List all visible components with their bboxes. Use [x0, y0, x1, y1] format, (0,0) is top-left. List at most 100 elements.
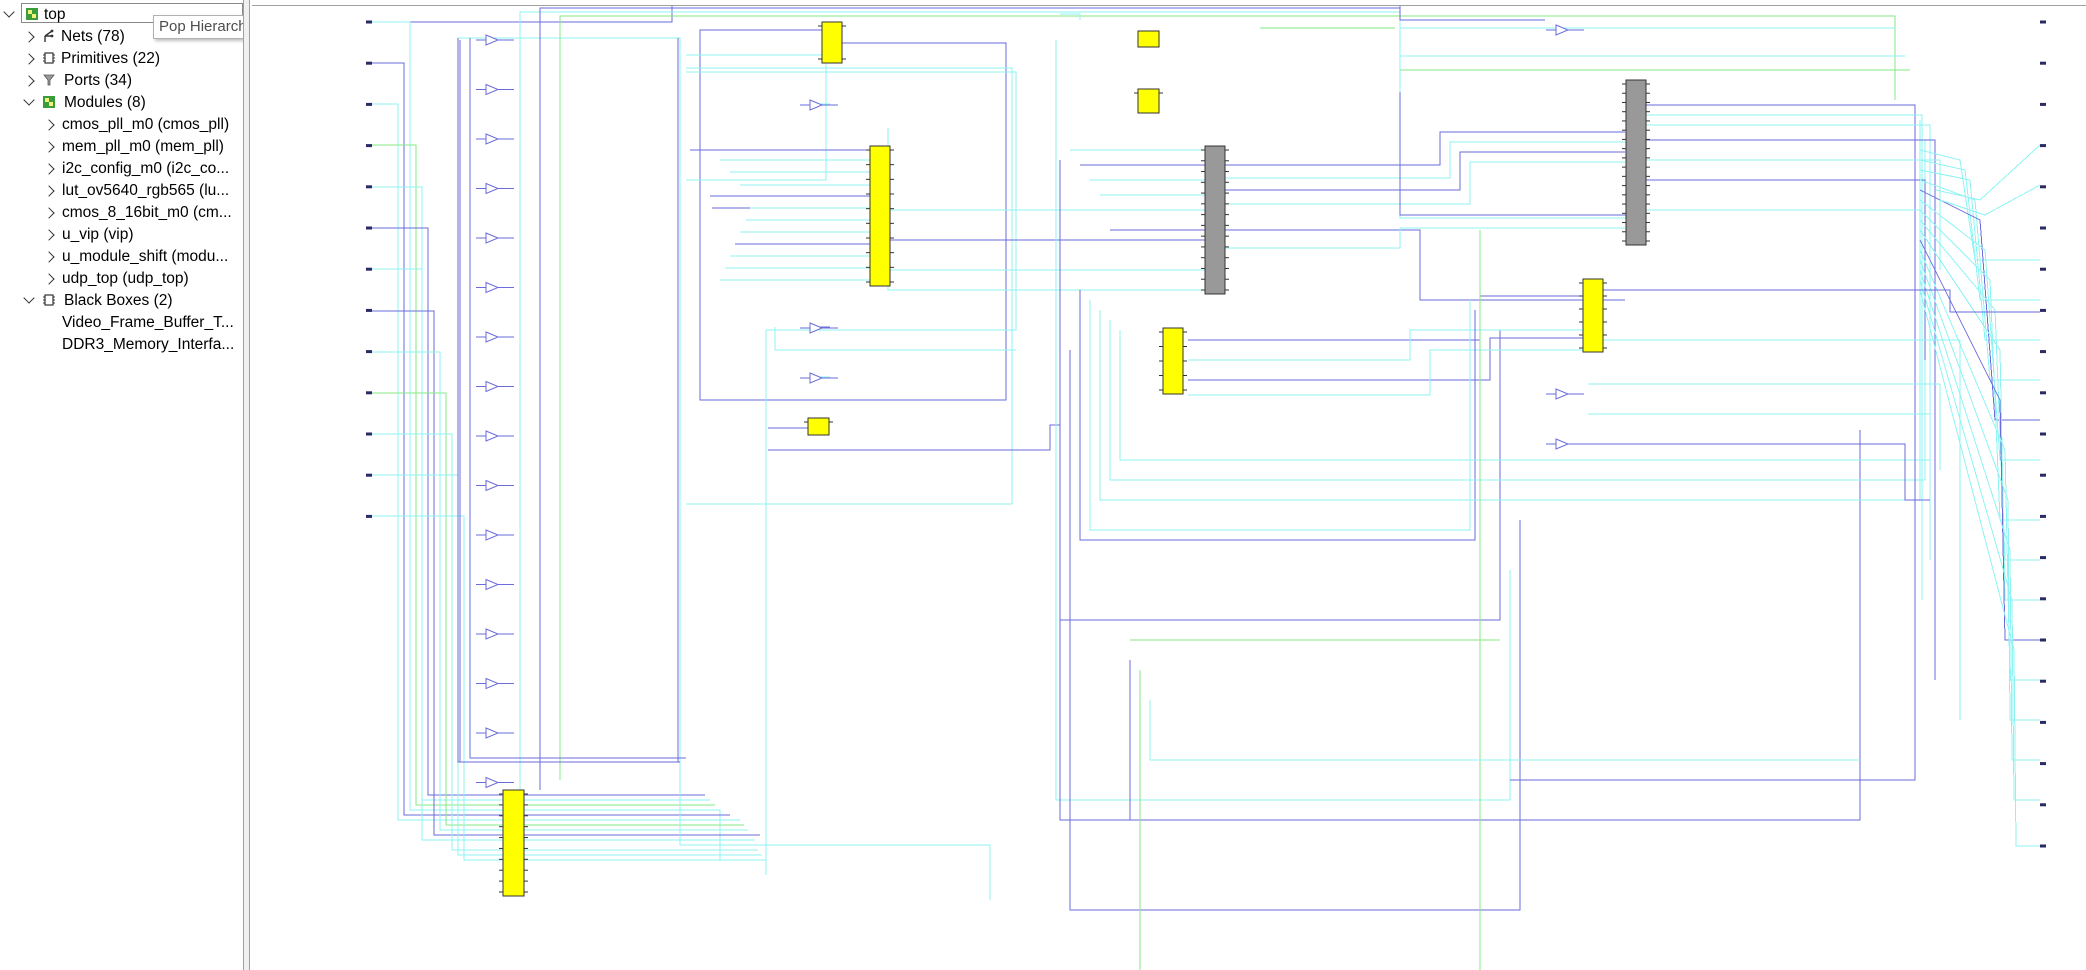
net-wire[interactable] — [1224, 161, 1625, 205]
buffer-cell[interactable] — [485, 83, 500, 96]
buffer-cell[interactable] — [485, 479, 500, 492]
module-small[interactable] — [1137, 88, 1160, 114]
buffer-cell[interactable] — [485, 677, 500, 690]
net-wire[interactable] — [1919, 179, 2040, 381]
buffer-cell[interactable] — [485, 578, 500, 591]
input-port[interactable] — [366, 391, 372, 395]
net-wire[interactable] — [1149, 700, 1860, 761]
input-port[interactable] — [366, 308, 372, 312]
panel-splitter[interactable] — [243, 0, 250, 970]
chevron-down-icon[interactable] — [3, 6, 15, 18]
net-wire[interactable] — [469, 38, 686, 759]
net-wire[interactable] — [1089, 300, 1471, 531]
output-port[interactable] — [2040, 20, 2046, 24]
net-wire[interactable] — [1645, 209, 1921, 330]
output-port[interactable] — [2040, 185, 2046, 189]
net-wire[interactable] — [1060, 13, 1081, 20]
buffer-cell[interactable] — [1555, 24, 1570, 36]
net-wire[interactable] — [1224, 151, 1625, 191]
net-wire[interactable] — [1939, 184, 2041, 216]
chevron-right-icon[interactable] — [23, 53, 35, 65]
input-port[interactable] — [366, 350, 372, 354]
net-wire[interactable] — [458, 37, 991, 900]
buffer-cell[interactable] — [485, 133, 500, 145]
net-wire[interactable] — [1188, 337, 1585, 381]
buffer-cell[interactable] — [1555, 388, 1570, 400]
net-wire[interactable] — [1645, 159, 1941, 270]
net-wire[interactable] — [1919, 199, 2040, 461]
net-wire[interactable] — [1588, 383, 1941, 470]
buffer-cell[interactable] — [485, 331, 500, 343]
net-wire[interactable] — [1188, 329, 1585, 361]
input-port[interactable] — [366, 473, 372, 477]
output-port[interactable] — [2040, 473, 2046, 477]
net-wire[interactable] — [372, 103, 740, 821]
net-wire[interactable] — [686, 71, 1017, 875]
net-wire[interactable] — [1919, 149, 2040, 261]
buffer-cell[interactable] — [809, 322, 824, 334]
net-wire[interactable] — [1224, 227, 1625, 249]
net-wire[interactable] — [1399, 92, 1630, 216]
input-port[interactable] — [366, 185, 372, 189]
output-port[interactable] — [2040, 514, 2046, 518]
net-wire[interactable] — [1224, 131, 1625, 166]
chevron-right-icon[interactable] — [43, 141, 55, 153]
input-port[interactable] — [366, 226, 372, 230]
tree-item-module[interactable]: i2c_config_m0 (i2c_co... — [0, 158, 243, 180]
net-wire[interactable] — [457, 38, 680, 763]
net-wire[interactable] — [519, 11, 1630, 800]
tree-item-module[interactable]: lut_ov5640_rgb565 (lu... — [0, 180, 243, 202]
output-port[interactable] — [2040, 308, 2046, 312]
chevron-right-icon[interactable] — [23, 31, 35, 43]
tree-item-primitives[interactable]: Primitives (22) — [0, 48, 243, 70]
net-wire[interactable] — [372, 515, 766, 861]
buffer-cell[interactable] — [1555, 438, 1570, 450]
net-wire[interactable] — [1580, 443, 1930, 501]
net-wire[interactable] — [1188, 349, 1585, 396]
input-port[interactable] — [366, 514, 372, 518]
schematic-svg[interactable] — [250, 0, 2086, 970]
schematic-canvas[interactable] — [250, 0, 2086, 970]
input-port[interactable] — [366, 144, 372, 148]
chevron-right-icon[interactable] — [43, 251, 55, 263]
output-port[interactable] — [2040, 267, 2046, 271]
buffer-cell[interactable] — [485, 182, 500, 195]
net-wire[interactable] — [1079, 290, 1476, 541]
net-wire[interactable] — [372, 62, 730, 816]
buffer-cell[interactable] — [485, 430, 500, 442]
output-port[interactable] — [2040, 350, 2046, 354]
module-small[interactable] — [1137, 30, 1160, 48]
chevron-down-icon[interactable] — [23, 292, 35, 304]
net-wire[interactable] — [1119, 180, 1931, 461]
module-block[interactable] — [502, 789, 525, 897]
net-wire[interactable] — [372, 21, 721, 860]
chevron-right-icon[interactable] — [43, 207, 55, 219]
tree-item-ports[interactable]: Ports (34) — [0, 70, 243, 92]
buffer-cell[interactable] — [485, 529, 500, 541]
output-port[interactable] — [2040, 144, 2046, 148]
net-wire[interactable] — [459, 40, 678, 763]
module-block[interactable] — [1162, 327, 1184, 395]
chevron-right-icon[interactable] — [43, 163, 55, 175]
net-wire[interactable] — [539, 7, 1400, 790]
chevron-right-icon[interactable] — [23, 75, 35, 87]
output-port[interactable] — [2040, 391, 2046, 395]
input-port[interactable] — [366, 432, 372, 436]
output-port[interactable] — [2040, 638, 2046, 642]
net-wire[interactable] — [372, 186, 710, 801]
buffer-cell[interactable] — [485, 281, 500, 294]
net-wire[interactable] — [1919, 159, 2040, 301]
output-port[interactable] — [2040, 679, 2046, 683]
net-wire[interactable] — [1919, 289, 2040, 847]
output-port[interactable] — [2040, 61, 2046, 65]
output-port[interactable] — [2040, 720, 2046, 724]
net-wire[interactable] — [559, 15, 1896, 780]
output-port[interactable] — [2040, 762, 2046, 766]
tree-item-module[interactable]: u_vip (vip) — [0, 224, 243, 246]
net-wire[interactable] — [1224, 229, 1625, 301]
input-port[interactable] — [366, 102, 372, 106]
net-wire[interactable] — [1224, 141, 1625, 179]
buffer-cell[interactable] — [485, 232, 500, 244]
chevron-right-icon[interactable] — [43, 119, 55, 131]
net-wire[interactable] — [1510, 104, 1916, 781]
